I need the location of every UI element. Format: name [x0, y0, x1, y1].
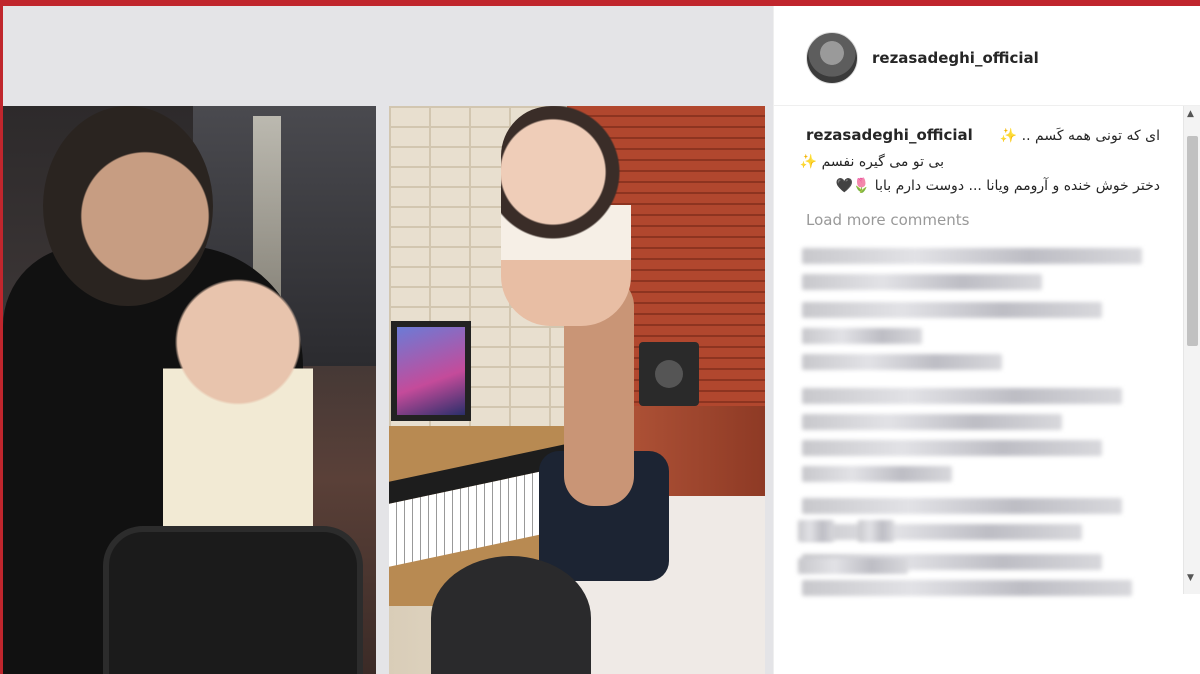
profile-avatar[interactable]	[806, 32, 858, 84]
caption-line-1: ای که تونی همه کَسم .. ✨	[999, 128, 1160, 144]
blurred-comment	[802, 354, 1002, 370]
scroll-thumb[interactable]	[1187, 136, 1198, 346]
header-username[interactable]: rezasadeghi_official	[872, 49, 1039, 67]
man-head-right	[431, 556, 591, 674]
speaker-shape	[639, 342, 699, 406]
arrow-up-icon[interactable]: ▲	[1187, 110, 1194, 119]
post-media-panel[interactable]	[3, 6, 773, 674]
comments-scrollbar[interactable]: ▲ ▼	[1183, 106, 1200, 594]
post-sidebar: rezasadeghi_official rezasadeghi_officia…	[773, 6, 1200, 674]
blurred-action	[798, 520, 834, 542]
blurred-comment	[802, 274, 1042, 290]
load-more-comments-link[interactable]: Load more comments	[806, 211, 969, 229]
baby-figure-right	[501, 106, 631, 326]
blurred-comment	[802, 414, 1062, 430]
blurred-comment	[802, 466, 952, 482]
blurred-comment	[802, 328, 922, 344]
caption-line-3: دختر خوش خنده و آرومم ویانا ... دوست دار…	[835, 178, 1160, 194]
chair-shape	[103, 526, 363, 674]
post-photo-left[interactable]	[3, 106, 376, 674]
blurred-comment	[802, 580, 1132, 596]
blurred-comment	[802, 440, 1102, 456]
blurred-comment	[802, 498, 1122, 514]
post-header: rezasadeghi_official	[774, 6, 1200, 106]
blurred-comment	[802, 248, 1142, 264]
comments-area: rezasadeghi_official ای که تونی همه کَسم…	[774, 106, 1184, 606]
post-photo-right[interactable]	[389, 106, 765, 674]
blurred-comment	[802, 524, 1082, 540]
blurred-likes	[798, 558, 908, 574]
man-head	[43, 106, 213, 306]
arrow-down-icon[interactable]: ▼	[1187, 574, 1194, 583]
blurred-comment	[802, 302, 1102, 318]
caption-line-2: بی تو می گیره نفسم ✨	[799, 154, 944, 170]
blurred-action	[858, 520, 894, 542]
blurred-comment	[802, 388, 1122, 404]
caption-username[interactable]: rezasadeghi_official	[806, 126, 973, 144]
monitor-shape	[391, 321, 471, 421]
